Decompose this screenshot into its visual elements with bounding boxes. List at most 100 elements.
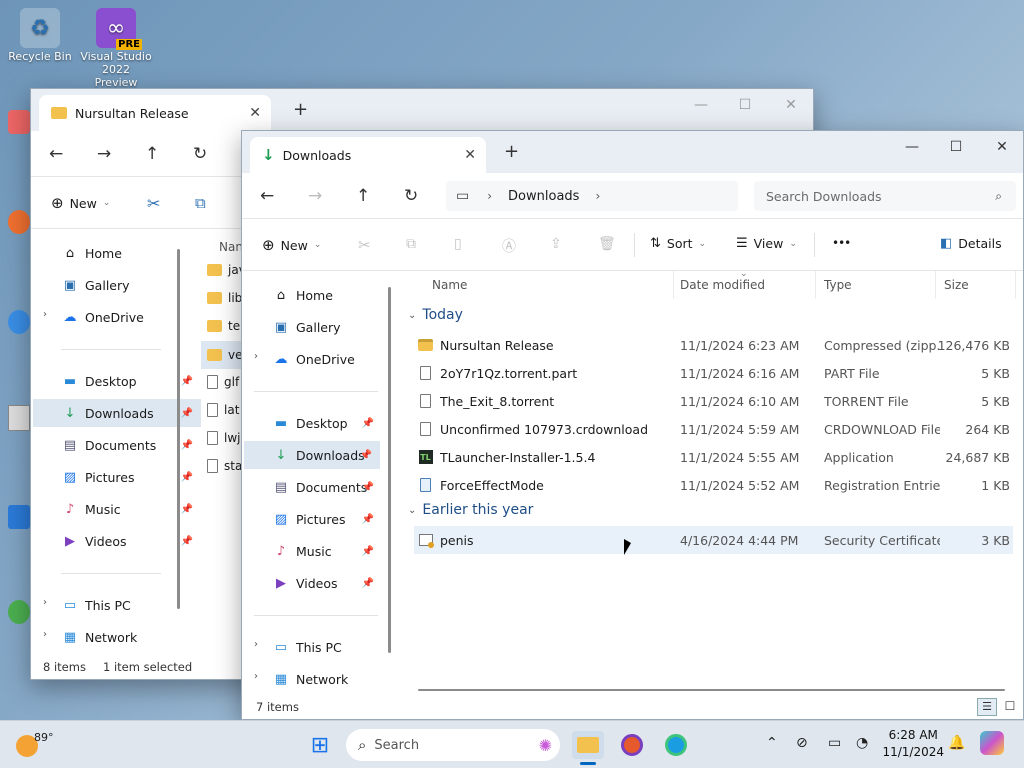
column-header-type[interactable]: Type: [816, 271, 936, 299]
taskbar-search[interactable]: ⌕ Search ✺: [346, 729, 560, 761]
search-input[interactable]: Search Downloads: [766, 189, 882, 204]
nav-onedrive[interactable]: ☁ OneDrive: [61, 303, 181, 331]
nav-network[interactable]: ▦ Network: [61, 623, 181, 651]
back-button[interactable]: ←: [49, 144, 63, 164]
explorer-window-downloads[interactable]: ↓ Downloads ✕ + — ☐ ✕ ← → ↑ ↻ ▭ › Downlo…: [241, 130, 1024, 720]
column-header-name[interactable]: Name: [424, 271, 674, 299]
network-off-icon[interactable]: ⊘: [796, 735, 808, 751]
refresh-button[interactable]: ↻: [193, 144, 207, 164]
up-button[interactable]: ↑: [356, 186, 370, 206]
column-header-size[interactable]: Size: [936, 271, 1016, 299]
copilot-icon[interactable]: [980, 731, 1004, 755]
file-row[interactable]: jav: [207, 263, 243, 277]
delete-icon[interactable]: 🗑: [598, 236, 616, 252]
more-options-button[interactable]: •••: [832, 236, 851, 250]
up-button[interactable]: ↑: [145, 144, 159, 164]
details-pane-button[interactable]: ◧ Details: [940, 236, 1002, 251]
table-row[interactable]: ForceEffectMode 11/1/2024 5:52 AM Regist…: [414, 471, 1013, 499]
copy-icon[interactable]: ⧉: [195, 194, 206, 212]
sort-button[interactable]: ⇅ Sort ⌄: [650, 236, 706, 251]
address-bar[interactable]: ▭ › Downloads ›: [446, 181, 738, 211]
file-row[interactable]: lat: [207, 403, 239, 417]
details-view-toggle[interactable]: ☰: [977, 698, 997, 716]
table-row[interactable]: Nursultan Release 11/1/2024 6:23 AM Comp…: [414, 331, 1013, 359]
table-row[interactable]: Unconfirmed 107973.crdownload 11/1/2024 …: [414, 415, 1013, 443]
cut-icon[interactable]: ✂: [358, 236, 371, 254]
nav-documents[interactable]: ▤ Documents 📌: [272, 473, 382, 501]
weather-widget[interactable]: 89°: [16, 731, 54, 757]
expand-chevron-icon[interactable]: ›: [43, 309, 47, 320]
nav-home[interactable]: ⌂ Home: [272, 281, 392, 309]
new-tab-button[interactable]: +: [293, 99, 308, 120]
file-row[interactable]: ter: [207, 319, 243, 333]
file-explorer-taskbar-icon[interactable]: [572, 731, 604, 759]
close-window-button[interactable]: ✕: [771, 97, 811, 113]
group-header-earlier-this-year[interactable]: ⌄ Earlier this year: [408, 502, 533, 518]
show-hidden-icons-chevron[interactable]: ⌃: [766, 735, 778, 751]
expand-chevron-icon[interactable]: ›: [43, 597, 47, 608]
nav-gallery[interactable]: ▣ Gallery: [61, 271, 181, 299]
nav-scrollbar[interactable]: [388, 287, 391, 653]
file-row[interactable]: glf: [207, 375, 239, 389]
tab-nursultan-release[interactable]: Nursultan Release ✕: [39, 95, 271, 131]
nav-network[interactable]: ▦ Network: [272, 665, 382, 693]
nav-pictures[interactable]: ▨ Pictures 📌: [272, 505, 382, 533]
forward-button[interactable]: →: [308, 186, 322, 206]
file-row[interactable]: sta: [207, 459, 242, 473]
expand-chevron-icon[interactable]: ›: [254, 671, 258, 682]
refresh-button[interactable]: ↻: [404, 186, 418, 206]
search-box[interactable]: Search Downloads ⌕: [754, 181, 1016, 211]
back-button[interactable]: ←: [260, 186, 274, 206]
maximize-button[interactable]: ☐: [936, 139, 976, 155]
share-icon[interactable]: ⇪: [550, 236, 562, 252]
new-tab-button[interactable]: +: [504, 141, 519, 162]
table-row[interactable]: TL TLauncher-Installer-1.5.4 11/1/2024 5…: [414, 443, 1013, 471]
horizontal-scrollbar[interactable]: [418, 689, 1005, 691]
nav-music[interactable]: ♪ Music 📌: [61, 495, 201, 523]
nav-desktop[interactable]: ▬ Desktop 📌: [61, 367, 201, 395]
expand-chevron-icon[interactable]: ›: [43, 629, 47, 640]
minimize-button[interactable]: —: [681, 97, 721, 113]
nav-downloads[interactable]: ↓ Downloads 📌: [244, 441, 380, 469]
maximize-button[interactable]: ☐: [725, 97, 765, 113]
edge-icon[interactable]: [660, 731, 692, 759]
minimize-button[interactable]: —: [892, 139, 932, 155]
file-row[interactable]: libr: [207, 291, 243, 305]
display-icon[interactable]: ▭: [828, 735, 841, 751]
nav-documents[interactable]: ▤ Documents 📌: [61, 431, 201, 459]
nav-home[interactable]: ⌂ Home: [61, 239, 181, 267]
forward-button[interactable]: →: [97, 144, 111, 164]
nav-downloads[interactable]: ↓ Downloads 📌: [33, 399, 201, 427]
nav-pictures[interactable]: ▨ Pictures 📌: [61, 463, 201, 491]
cut-icon[interactable]: ✂: [147, 194, 160, 213]
desktop-icon-visual-studio[interactable]: ∞ PRE Visual Studio 2022 Preview: [80, 8, 152, 89]
desktop-icon-recycle-bin[interactable]: ♻ Recycle Bin: [4, 8, 76, 63]
group-header-today[interactable]: ⌄ Today: [408, 307, 463, 323]
close-tab-icon[interactable]: ✕: [464, 147, 476, 163]
nav-this-pc[interactable]: ▭ This PC: [272, 633, 382, 661]
rename-icon[interactable]: Ⓐ: [502, 236, 516, 256]
table-row[interactable]: 2oY7r1Qz.torrent.part 11/1/2024 6:16 AM …: [414, 359, 1013, 387]
paste-icon[interactable]: ▯: [454, 236, 462, 252]
file-row[interactable]: lwj: [207, 431, 240, 445]
column-header-name[interactable]: Nan: [211, 233, 243, 261]
view-button[interactable]: ☰ View ⌄: [736, 236, 797, 251]
tab-downloads[interactable]: ↓ Downloads ✕: [250, 137, 486, 173]
tiles-view-toggle[interactable]: ☐: [1001, 698, 1019, 716]
nav-onedrive[interactable]: ☁ OneDrive: [272, 345, 392, 373]
nav-music[interactable]: ♪ Music 📌: [272, 537, 382, 565]
nav-scrollbar[interactable]: [177, 249, 180, 609]
copy-icon[interactable]: ⧉: [406, 236, 416, 252]
expand-chevron-icon[interactable]: ›: [254, 351, 258, 362]
firefox-icon[interactable]: [616, 731, 648, 759]
new-button[interactable]: ⊕ New ⌄: [51, 194, 110, 212]
nav-videos[interactable]: ▶ Videos 📌: [272, 569, 382, 597]
expand-chevron-icon[interactable]: ›: [254, 639, 258, 650]
file-row[interactable]: ver: [201, 341, 243, 369]
table-row[interactable]: The_Exit_8.torrent 11/1/2024 6:10 AM TOR…: [414, 387, 1013, 415]
nav-this-pc[interactable]: ▭ This PC: [61, 591, 181, 619]
start-button[interactable]: ⊞: [304, 731, 336, 759]
new-button[interactable]: ⊕ New ⌄: [262, 236, 321, 254]
breadcrumb[interactable]: Downloads: [508, 189, 579, 204]
close-tab-icon[interactable]: ✕: [249, 105, 261, 121]
